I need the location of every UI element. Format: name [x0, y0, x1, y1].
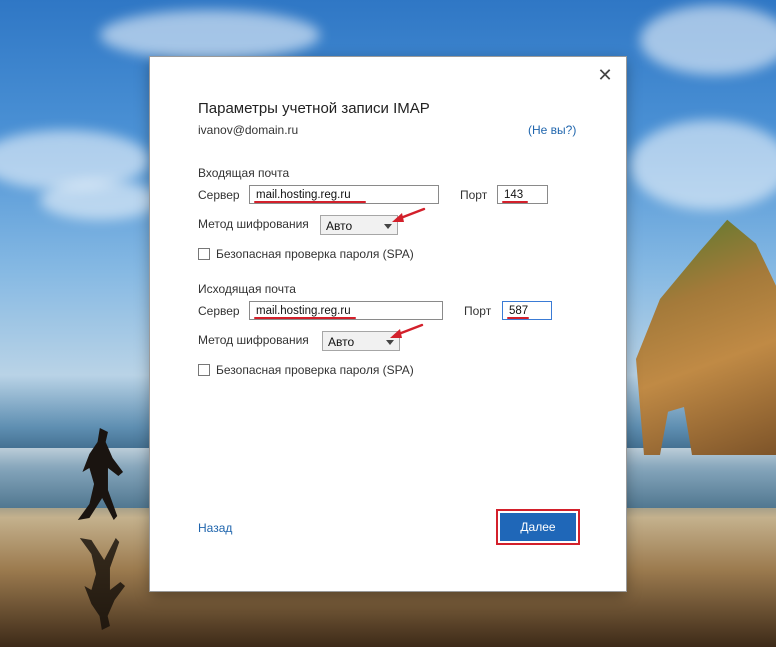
- next-button-highlight: Далее: [496, 509, 580, 545]
- outgoing-port-label: Порт: [464, 304, 492, 318]
- incoming-encryption-value: Авто: [326, 219, 353, 233]
- outgoing-spa-checkbox[interactable]: [198, 364, 210, 376]
- cloud: [40, 180, 160, 220]
- incoming-section-label: Входящая почта: [198, 166, 290, 180]
- runner-reflection: [79, 538, 126, 630]
- not-you-link[interactable]: (Не вы?): [528, 123, 576, 137]
- imap-settings-dialog: ✕ Параметры учетной записи IMAP ivanov@d…: [150, 57, 626, 591]
- incoming-encryption-label: Метод шифрования: [198, 217, 309, 231]
- outgoing-encryption-label: Метод шифрования: [198, 333, 309, 347]
- outgoing-spa-label: Безопасная проверка пароля (SPA): [216, 363, 414, 377]
- outgoing-encryption-value: Авто: [328, 335, 355, 349]
- incoming-server-label: Сервер: [198, 188, 240, 202]
- back-link[interactable]: Назад: [198, 521, 232, 535]
- account-email: ivanov@domain.ru: [198, 123, 299, 137]
- cloud: [100, 10, 320, 60]
- dialog-title: Параметры учетной записи IMAP: [198, 100, 430, 117]
- cloud: [630, 120, 776, 210]
- annotation-underline: [254, 201, 366, 203]
- sea-rock: [636, 219, 776, 455]
- annotation-underline: [502, 201, 528, 203]
- arrow-annotation-icon: [390, 323, 424, 338]
- close-icon[interactable]: ✕: [596, 66, 614, 84]
- incoming-spa-label: Безопасная проверка пароля (SPA): [216, 247, 414, 261]
- incoming-encryption-select[interactable]: Авто: [320, 215, 398, 235]
- outgoing-section-label: Исходящая почта: [198, 282, 296, 296]
- incoming-port-label: Порт: [460, 188, 488, 202]
- annotation-underline: [254, 317, 356, 319]
- cloud: [640, 5, 776, 75]
- incoming-spa-checkbox[interactable]: [198, 248, 210, 260]
- annotation-underline: [507, 317, 529, 319]
- arrow-annotation-icon: [392, 207, 426, 222]
- next-button[interactable]: Далее: [500, 513, 576, 541]
- outgoing-server-label: Сервер: [198, 304, 240, 318]
